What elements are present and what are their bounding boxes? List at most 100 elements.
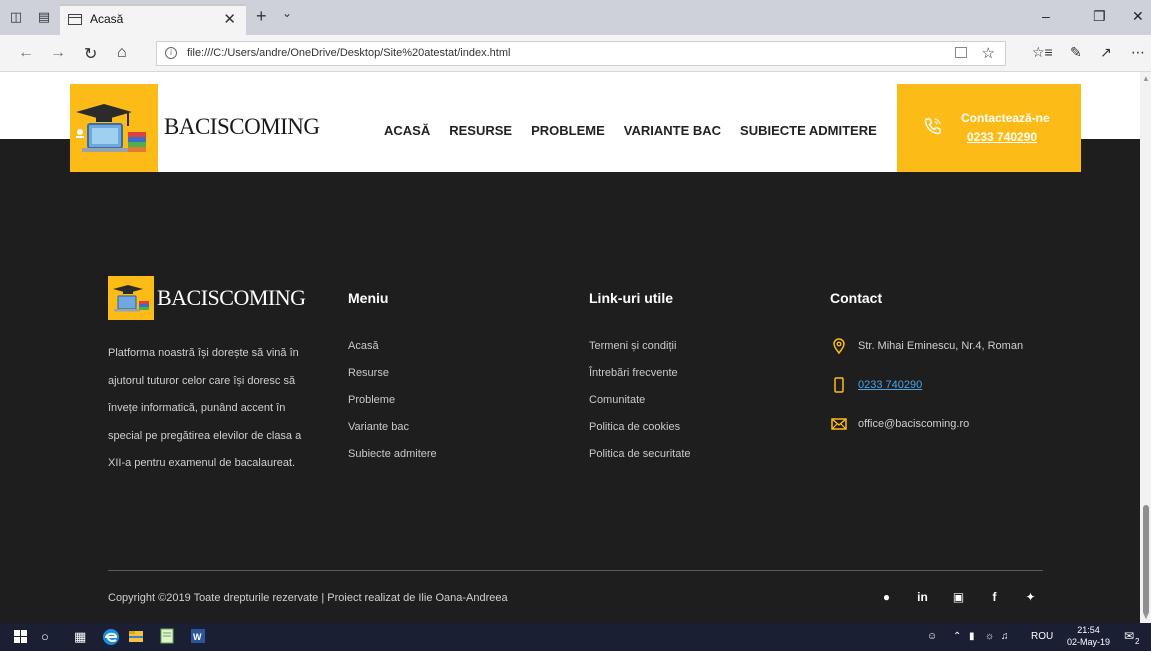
location-pin-icon <box>833 338 845 355</box>
tab-preview-icon[interactable]: ▤ <box>36 9 52 25</box>
new-tab-icon[interactable]: + <box>256 6 267 27</box>
site-header: BACISCOMING ACASĂ RESURSE PROBLEME VARIA… <box>70 84 1081 172</box>
forward-icon[interactable]: → <box>50 44 66 62</box>
brand-name[interactable]: BACISCOMING <box>164 114 320 140</box>
scroll-up-icon[interactable]: ▲ <box>1142 74 1150 83</box>
scroll-down-icon[interactable]: ▼ <box>1142 612 1150 621</box>
minimize-icon[interactable]: – <box>1042 8 1050 24</box>
contact-cta-label[interactable]: Contactează-ne <box>961 111 1050 125</box>
link-terms[interactable]: Termeni și condiții <box>589 339 691 366</box>
nav-item-variante-bac[interactable]: VARIANTE BAC <box>624 123 721 138</box>
search-circle-icon[interactable]: ○ <box>41 629 49 644</box>
footer-menu-list: Acasă Resurse Probleme Variante bac Subi… <box>348 339 437 474</box>
battery-icon[interactable]: ▮ <box>969 631 975 642</box>
copyright-text: Copyright ©2019 Toate drepturile rezerva… <box>108 592 508 604</box>
word-icon[interactable]: W <box>190 628 206 644</box>
favorites-list-icon[interactable]: ☆≡ <box>1032 44 1053 61</box>
footer-menu-item-variante-bac[interactable]: Variante bac <box>348 420 437 447</box>
footer-menu-item-resurse[interactable]: Resurse <box>348 366 437 393</box>
twitter-icon[interactable]: ✦ <box>1023 590 1038 604</box>
linkedin-icon[interactable]: in <box>915 590 930 604</box>
browser-tab-bar: ◫ ▤ Acasă ✕ + ⌄ – ❐ ✕ <box>0 0 1151 35</box>
footer-brand-name[interactable]: BACISCOMING <box>157 285 306 311</box>
windows-start-icon[interactable] <box>14 630 27 643</box>
share-icon[interactable]: ↗ <box>1100 44 1112 61</box>
restore-icon[interactable]: ❐ <box>1093 8 1106 25</box>
mail-icon <box>831 418 847 430</box>
social-links: ● in ▣ f ✦ <box>879 590 1038 604</box>
close-window-icon[interactable]: ✕ <box>1132 8 1144 25</box>
close-tab-icon[interactable]: ✕ <box>223 10 236 28</box>
page-scrollbar[interactable]: ▲ ▼ <box>1140 72 1151 623</box>
laptop-graduation-icon <box>113 285 149 312</box>
volume-icon[interactable]: ♫ <box>1001 631 1009 642</box>
url-input[interactable]: i file:///C:/Users/andre/OneDrive/Deskto… <box>156 41 1006 66</box>
back-icon[interactable]: ← <box>18 44 34 62</box>
footer-menu-item-probleme[interactable]: Probleme <box>348 393 437 420</box>
address-row: Str. Mihai Eminescu, Nr.4, Roman <box>830 337 1023 355</box>
refresh-icon[interactable]: ↻ <box>84 44 97 64</box>
email-text[interactable]: office@baciscoming.ro <box>858 418 969 430</box>
url-text[interactable]: file:///C:/Users/andre/OneDrive/Desktop/… <box>187 47 510 59</box>
windows-taskbar: ○ ▦ W ☺ ⌃ ▮ ☼ ♫ ROU 21:54 02-May-19 ✉ 2 <box>0 623 1151 651</box>
notepad-icon[interactable] <box>159 628 175 644</box>
clock-date: 02-May-19 <box>1067 637 1111 647</box>
menu-title: Meniu <box>348 290 389 306</box>
file-explorer-icon[interactable] <box>128 628 144 644</box>
link-cookies-policy[interactable]: Politica de cookies <box>589 420 691 447</box>
clock[interactable]: 21:54 02-May-19 <box>1067 624 1110 648</box>
useful-links-list: Termeni și condiții Întrebări frecvente … <box>589 339 691 474</box>
footer-divider <box>108 570 1043 571</box>
footer-menu-item-acasa[interactable]: Acasă <box>348 339 437 366</box>
phone-row: 0233 740290 <box>830 376 922 394</box>
useful-links-title: Link-uri utile <box>589 290 673 306</box>
laptop-graduation-icon <box>76 104 146 152</box>
chevron-down-icon[interactable]: ⌄ <box>282 6 292 20</box>
phone-link[interactable]: 0233 740290 <box>858 379 922 391</box>
link-faq[interactable]: Întrebări frecvente <box>589 366 691 393</box>
contact-cta-box[interactable]: Contactează-ne 0233 740290 <box>897 84 1081 172</box>
link-security-policy[interactable]: Politica de securitate <box>589 447 691 474</box>
action-center-icon[interactable]: ✉ <box>1124 629 1134 643</box>
nav-item-acasa[interactable]: ACASĂ <box>384 123 430 138</box>
page-viewport: BACISCOMING ACASĂ RESURSE PROBLEME VARIA… <box>0 72 1151 623</box>
people-icon[interactable]: ☺ <box>927 631 937 642</box>
phone-icon <box>924 118 941 135</box>
nav-item-subiecte-admitere[interactable]: SUBIECTE ADMITERE <box>740 123 877 138</box>
reading-view-icon[interactable] <box>955 47 967 58</box>
language-indicator[interactable]: ROU <box>1031 631 1053 642</box>
notification-badge: 2 <box>1135 637 1140 646</box>
more-icon[interactable]: ⋯ <box>1131 44 1145 61</box>
task-view-icon[interactable]: ▦ <box>74 629 86 645</box>
mobile-phone-icon <box>834 377 844 393</box>
footer-menu-item-subiecte-admitere[interactable]: Subiecte admitere <box>348 447 437 474</box>
nav-item-resurse[interactable]: RESURSE <box>449 123 512 138</box>
home-icon[interactable]: ⌂ <box>117 44 127 62</box>
pinterest-icon[interactable]: ● <box>879 590 894 604</box>
chevron-up-icon[interactable]: ⌃ <box>953 631 961 642</box>
tab-set-aside-icon[interactable]: ◫ <box>8 9 24 25</box>
edge-browser-icon[interactable] <box>102 628 120 646</box>
nav-item-probleme[interactable]: PROBLEME <box>531 123 605 138</box>
tab-title: Acasă <box>90 12 124 26</box>
facebook-icon[interactable]: f <box>987 590 1002 604</box>
scrollbar-thumb[interactable] <box>1143 505 1149 615</box>
info-icon[interactable]: i <box>165 47 177 59</box>
browser-tab[interactable]: Acasă ✕ <box>60 4 246 35</box>
footer-logo[interactable] <box>108 276 154 320</box>
contact-title: Contact <box>830 290 883 306</box>
link-community[interactable]: Comunitate <box>589 393 691 420</box>
favorite-star-icon[interactable]: ☆ <box>982 44 995 62</box>
site-logo[interactable] <box>70 84 158 172</box>
address-text: Str. Mihai Eminescu, Nr.4, Roman <box>858 340 1024 352</box>
main-nav: ACASĂ RESURSE PROBLEME VARIANTE BAC SUBI… <box>384 123 877 138</box>
contact-phone-link[interactable]: 0233 740290 <box>967 130 1037 144</box>
about-text: Platforma noastră își dorește să vină în… <box>108 347 302 469</box>
wifi-icon[interactable]: ☼ <box>985 631 994 642</box>
address-bar-row: ← → ↻ ⌂ i file:///C:/Users/andre/OneDriv… <box>0 35 1151 72</box>
page-icon <box>68 14 82 25</box>
svg-text:W: W <box>193 632 202 642</box>
pen-icon[interactable]: ✎ <box>1070 44 1082 61</box>
email-row: office@baciscoming.ro <box>830 415 969 433</box>
instagram-icon[interactable]: ▣ <box>951 590 966 604</box>
